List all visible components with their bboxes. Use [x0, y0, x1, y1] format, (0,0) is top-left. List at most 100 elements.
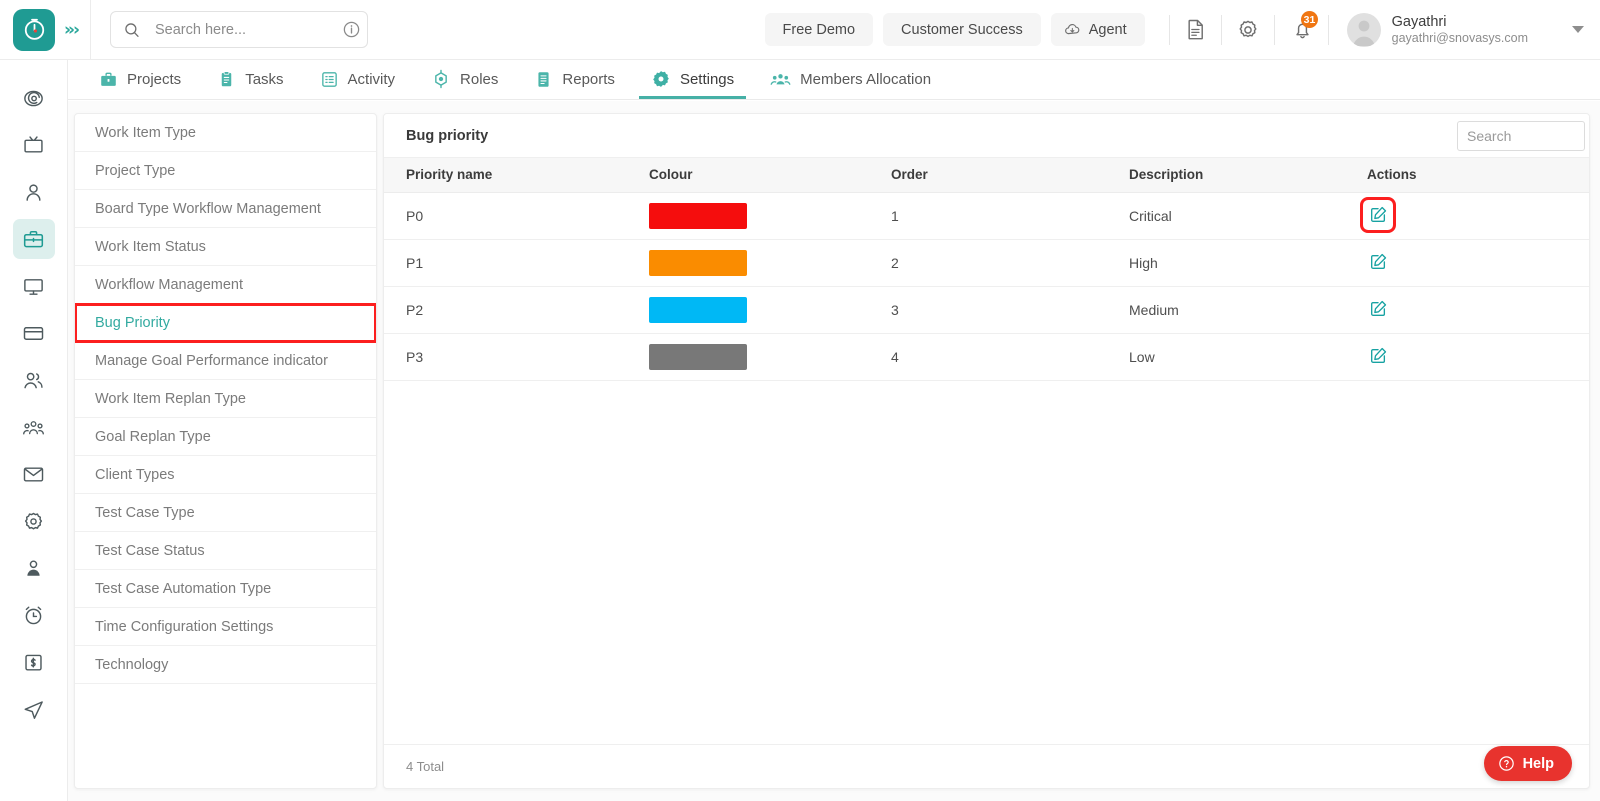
rail-item-settings[interactable]: [13, 501, 55, 541]
gear-icon: [651, 69, 671, 89]
tab-label: Projects: [127, 70, 182, 88]
rail-item-invoice[interactable]: [13, 642, 55, 682]
global-search[interactable]: [110, 11, 368, 48]
rail-item-profile[interactable]: [13, 548, 55, 588]
cell-colour: [639, 333, 881, 381]
tab-settings[interactable]: Settings: [633, 59, 752, 99]
tab-label: Tasks: [245, 70, 284, 88]
avatar-icon: [1352, 20, 1375, 46]
table-header-row: Priority name Colour Order Description A…: [384, 158, 1589, 193]
sidebar-expand-toggle[interactable]: »›: [64, 20, 80, 40]
rail-item-send[interactable]: [13, 689, 55, 729]
tab-activity[interactable]: Activity: [302, 59, 414, 99]
chevron-down-icon[interactable]: [1572, 26, 1584, 33]
table-row: P0 1 Critical: [384, 192, 1589, 240]
rail-item-projects[interactable]: [12, 219, 55, 259]
column-header-colour[interactable]: Colour: [639, 158, 881, 193]
notification-count-badge: 31: [1300, 11, 1319, 28]
content-area: Work Item Type Project Type Board Type Wor…: [68, 101, 1600, 801]
free-demo-button[interactable]: Free Demo: [764, 13, 874, 46]
info-circle-icon[interactable]: [342, 20, 361, 39]
tab-members-allocation[interactable]: Members Allocation: [752, 59, 949, 99]
settings-submenu: Work Item Type Project Type Board Type Wor…: [74, 113, 377, 789]
cell-description: Critical: [1119, 192, 1357, 240]
cell-priority-name: P3: [384, 333, 639, 381]
rail-item-teams[interactable]: [13, 407, 55, 447]
rail-item-timesheet[interactable]: [13, 595, 55, 635]
help-label: Help: [1522, 755, 1554, 772]
submenu-item-test-case-automation-type[interactable]: Test Case Automation Type: [75, 570, 376, 608]
cell-order: 4: [881, 333, 1119, 381]
cell-description: Low: [1119, 333, 1357, 381]
submenu-item-technology[interactable]: Technology: [75, 646, 376, 684]
rail-item-overview[interactable]: [13, 78, 55, 118]
table-row: P2 3 Medium: [384, 286, 1589, 334]
submenu-item-test-case-type[interactable]: Test Case Type: [75, 494, 376, 532]
column-header-priority-name[interactable]: Priority name: [384, 158, 639, 193]
edit-icon[interactable]: [1367, 345, 1389, 367]
total-count-label: 4 Total: [406, 759, 445, 774]
bug-priority-table: Priority name Colour Order Description A…: [384, 158, 1589, 381]
document-icon[interactable]: [1184, 18, 1207, 41]
report-icon: [534, 70, 553, 89]
submenu-item-manage-goal-performance-indicator[interactable]: Manage Goal Performance indicator: [75, 342, 376, 380]
cloud-download-icon: [1063, 20, 1082, 39]
clipboard-icon: [217, 70, 236, 89]
send-icon: [22, 698, 45, 721]
edit-icon[interactable]: [1367, 251, 1389, 273]
submenu-item-project-type[interactable]: Project Type: [75, 152, 376, 190]
tab-tasks[interactable]: Tasks: [199, 59, 301, 99]
submenu-item-goal-replan-type[interactable]: Goal Replan Type: [75, 418, 376, 456]
notifications-button[interactable]: 31: [1291, 11, 1319, 41]
submenu-item-label: Bug Priority: [95, 314, 170, 331]
gear-icon[interactable]: [1236, 18, 1260, 42]
rail-item-user[interactable]: [13, 172, 55, 212]
cell-priority-name: P2: [384, 286, 639, 334]
submenu-item-label: Workflow Management: [95, 276, 244, 293]
app-logo[interactable]: [13, 8, 55, 51]
submenu-item-work-item-type[interactable]: Work Item Type: [75, 114, 376, 152]
edit-icon[interactable]: [1360, 196, 1396, 233]
column-header-description[interactable]: Description: [1119, 158, 1357, 193]
rail-item-mail[interactable]: [13, 454, 55, 494]
help-button[interactable]: Help: [1483, 746, 1572, 781]
users-icon: [22, 369, 45, 392]
mail-icon: [22, 463, 45, 486]
edit-icon[interactable]: [1367, 298, 1389, 320]
submenu-item-test-case-status[interactable]: Test Case Status: [75, 532, 376, 570]
customer-success-button[interactable]: Customer Success: [883, 13, 1041, 46]
column-header-order[interactable]: Order: [881, 158, 1119, 193]
page-title: Bug priority: [406, 127, 489, 144]
avatar[interactable]: [1346, 12, 1381, 47]
table-search-input[interactable]: [1457, 120, 1585, 151]
rail-item-monitor[interactable]: [13, 266, 55, 306]
user-email: gayathri@snovasys.com: [1391, 30, 1528, 45]
rail-item-users[interactable]: [13, 360, 55, 400]
tab-roles[interactable]: Roles: [413, 59, 516, 99]
search-input[interactable]: [155, 21, 342, 38]
colour-swatch: [649, 249, 747, 276]
user-info[interactable]: Gayathri gayathri@snovasys.com: [1392, 13, 1528, 47]
submenu-item-board-type-workflow-management[interactable]: Board Type Workflow Management: [75, 190, 376, 228]
app-root: »› Free Demo Customer Success: [0, 0, 1600, 801]
tab-label: Settings: [679, 70, 735, 88]
cell-order: 2: [881, 239, 1119, 287]
eye-spiral-icon: [22, 87, 45, 110]
header-separator-2: [1220, 14, 1222, 45]
submenu-item-work-item-status[interactable]: Work Item Status: [75, 228, 376, 266]
stopwatch-icon: [24, 18, 44, 40]
tab-projects[interactable]: Projects: [81, 59, 199, 99]
submenu-item-label: Work Item Replan Type: [95, 390, 246, 407]
submenu-item-work-item-replan-type[interactable]: Work Item Replan Type: [75, 380, 376, 418]
agent-button[interactable]: Agent: [1050, 13, 1145, 46]
table-row: P3 4 Low: [384, 333, 1589, 381]
tab-reports[interactable]: Reports: [516, 59, 633, 99]
rail-item-billing[interactable]: [13, 313, 55, 353]
submenu-item-client-types[interactable]: Client Types: [75, 456, 376, 494]
submenu-item-label: Work Item Type: [95, 124, 196, 141]
submenu-item-time-configuration-settings[interactable]: Time Configuration Settings: [75, 608, 376, 646]
rail-item-board[interactable]: [13, 125, 55, 165]
submenu-item-bug-priority[interactable]: Bug Priority: [75, 303, 376, 343]
submenu-item-workflow-management[interactable]: Workflow Management: [75, 266, 376, 304]
table-footer: 4 Total: [384, 744, 1589, 788]
